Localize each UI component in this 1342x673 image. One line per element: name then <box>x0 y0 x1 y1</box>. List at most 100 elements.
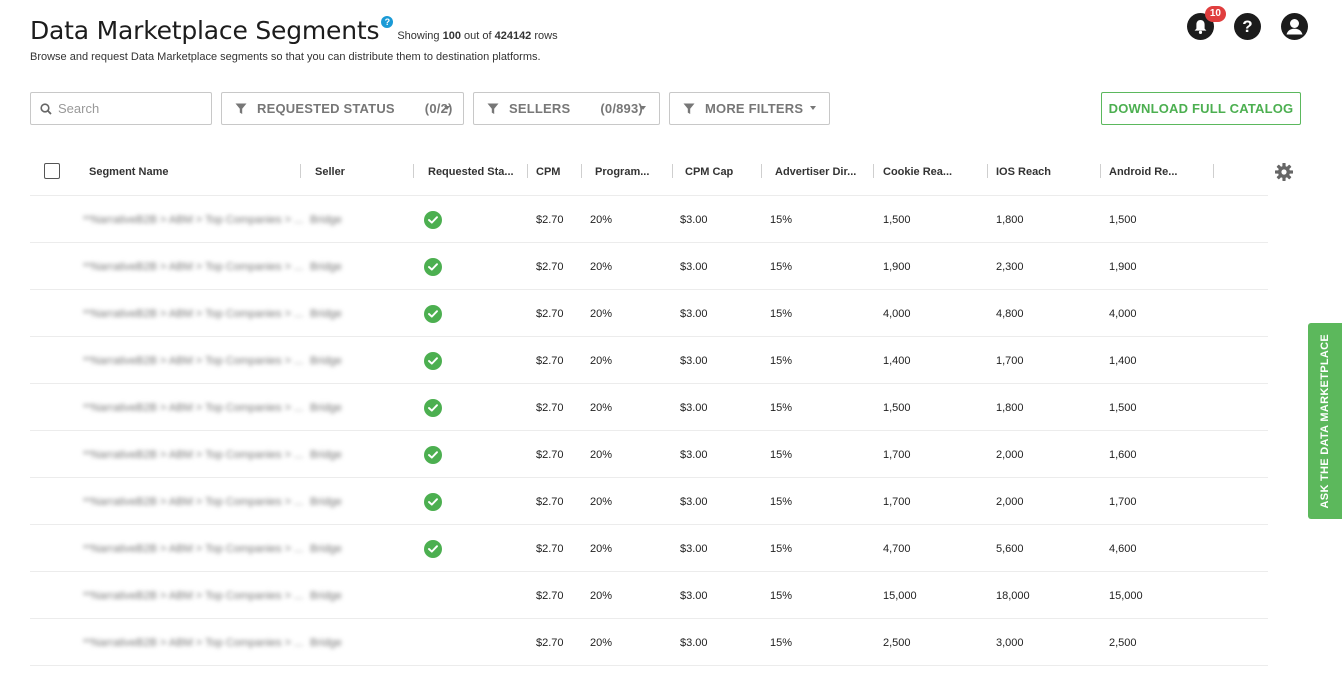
check-circle-icon <box>424 257 442 276</box>
check-circle-icon <box>424 304 442 323</box>
requested-status-filter[interactable]: REQUESTED STATUS (0/2) <box>221 92 464 125</box>
more-filters-button[interactable]: MORE FILTERS <box>669 92 830 125</box>
cell-text: 15,000 <box>1109 589 1143 602</box>
cell-text: 1,400 <box>1109 354 1137 367</box>
column-header-programmatic[interactable]: Program... <box>595 148 649 196</box>
table-row[interactable]: **NarrativeB2B > ABM > Top Companies > .… <box>30 384 1268 431</box>
cell-text[interactable]: **NarrativeB2B > ABM > Top Companies > .… <box>83 590 303 602</box>
cell-ios-reach: 1,700 <box>996 337 1024 384</box>
column-header-cpm-cap[interactable]: CPM Cap <box>685 148 733 196</box>
table-row[interactable]: **NarrativeB2B > ABM > Top Companies > .… <box>30 572 1268 619</box>
notifications-bell-icon[interactable]: 10 <box>1187 6 1226 40</box>
row-count-suffix: rows <box>534 30 558 42</box>
cell-cpm-cap: $3.00 <box>680 619 708 666</box>
cell-text: 1,600 <box>1109 448 1137 461</box>
column-divider[interactable] <box>413 164 414 178</box>
cell-cpm-cap: $3.00 <box>680 431 708 478</box>
select-all-checkbox[interactable] <box>44 163 60 179</box>
column-divider[interactable] <box>761 164 762 178</box>
check-circle-icon <box>424 351 442 370</box>
cell-segment-name: **NarrativeB2B > ABM > Top Companies > .… <box>83 478 303 525</box>
sellers-filter[interactable]: SELLERS (0/893) <box>473 92 660 125</box>
table-row[interactable]: **NarrativeB2B > ABM > Top Companies > .… <box>30 243 1268 290</box>
cell-text: 2,500 <box>883 636 911 649</box>
cell-android-reach: 1,900 <box>1109 243 1137 290</box>
cell-text: 20% <box>590 542 613 555</box>
cell-programmatic: 20% <box>590 572 612 619</box>
cell-text[interactable]: **NarrativeB2B > ABM > Top Companies > .… <box>83 543 303 555</box>
cell-cpm: $2.70 <box>536 478 564 525</box>
cell-requested-status <box>424 243 442 290</box>
cell-text: 18,000 <box>996 589 1030 602</box>
notification-count-badge: 10 <box>1204 6 1226 22</box>
column-header-requested-status[interactable]: Requested Sta... <box>428 148 514 196</box>
help-icon[interactable]: ? <box>1234 13 1261 40</box>
cell-text[interactable]: **NarrativeB2B > ABM > Top Companies > .… <box>83 355 303 367</box>
cell-text: 15,000 <box>883 589 917 602</box>
cell-cpm-cap: $3.00 <box>680 290 708 337</box>
cell-cpm-cap: $3.00 <box>680 478 708 525</box>
column-divider[interactable] <box>873 164 874 178</box>
search-icon <box>40 102 52 115</box>
column-header-seller[interactable]: Seller <box>315 148 345 196</box>
cell-text: $2.70 <box>536 260 564 273</box>
filter-bar: REQUESTED STATUS (0/2) SELLERS (0/893) M… <box>30 92 1301 125</box>
cell-cookie-reach: 1,500 <box>883 196 911 243</box>
column-header-cpm[interactable]: CPM <box>536 148 560 196</box>
cell-text: 1,700 <box>883 495 911 508</box>
cell-text[interactable]: **NarrativeB2B > ABM > Top Companies > .… <box>83 449 303 461</box>
search-box[interactable] <box>30 92 212 125</box>
cell-text: 1,800 <box>996 401 1024 414</box>
cell-text: $3.00 <box>680 213 708 226</box>
table-body: **NarrativeB2B > ABM > Top Companies > .… <box>30 196 1268 666</box>
table-row[interactable]: **NarrativeB2B > ABM > Top Companies > .… <box>30 478 1268 525</box>
cell-text: $2.70 <box>536 213 564 226</box>
cell-text: 3,000 <box>996 636 1024 649</box>
table-row[interactable]: **NarrativeB2B > ABM > Top Companies > .… <box>30 619 1268 666</box>
cell-text[interactable]: **NarrativeB2B > ABM > Top Companies > .… <box>83 496 303 508</box>
cell-text: 2,000 <box>996 495 1024 508</box>
cell-text: $3.00 <box>680 354 708 367</box>
column-header-android-reach[interactable]: Android Re... <box>1109 148 1177 196</box>
table-row[interactable]: **NarrativeB2B > ABM > Top Companies > .… <box>30 337 1268 384</box>
column-header-segment-name[interactable]: Segment Name <box>89 148 168 196</box>
column-header-cookie-reach[interactable]: Cookie Rea... <box>883 148 952 196</box>
column-header-ios-reach[interactable]: IOS Reach <box>996 148 1051 196</box>
cell-requested-status <box>424 196 442 243</box>
cell-text: 4,700 <box>883 542 911 555</box>
download-full-catalog-button[interactable]: DOWNLOAD FULL CATALOG <box>1101 92 1301 125</box>
column-divider[interactable] <box>987 164 988 178</box>
column-divider[interactable] <box>1213 164 1214 178</box>
search-input[interactable] <box>58 101 198 116</box>
column-divider[interactable] <box>1100 164 1101 178</box>
cell-cpm-cap: $3.00 <box>680 525 708 572</box>
cell-text[interactable]: **NarrativeB2B > ABM > Top Companies > .… <box>83 637 303 649</box>
cell-text[interactable]: **NarrativeB2B > ABM > Top Companies > .… <box>83 261 303 273</box>
cell-segment-name: **NarrativeB2B > ABM > Top Companies > .… <box>83 384 303 431</box>
title-help-icon[interactable]: ? <box>381 16 394 28</box>
cell-segment-name: **NarrativeB2B > ABM > Top Companies > .… <box>83 525 303 572</box>
column-divider[interactable] <box>527 164 528 178</box>
table-row[interactable]: **NarrativeB2B > ABM > Top Companies > .… <box>30 525 1268 572</box>
cell-ios-reach: 2,000 <box>996 431 1024 478</box>
page-header: Data Marketplace Segments ? Showing 100 … <box>30 16 558 63</box>
table-row[interactable]: **NarrativeB2B > ABM > Top Companies > .… <box>30 196 1268 243</box>
column-header-advertiser-direct[interactable]: Advertiser Dir... <box>775 148 856 196</box>
column-divider[interactable] <box>581 164 582 178</box>
table-row[interactable]: **NarrativeB2B > ABM > Top Companies > .… <box>30 431 1268 478</box>
cell-android-reach: 4,000 <box>1109 290 1137 337</box>
cell-text: $2.70 <box>536 542 564 555</box>
cell-android-reach: 4,600 <box>1109 525 1137 572</box>
row-count-total: 424142 <box>494 30 532 42</box>
cell-text: Bridge <box>310 448 342 461</box>
cell-text[interactable]: **NarrativeB2B > ABM > Top Companies > .… <box>83 214 303 226</box>
column-divider[interactable] <box>672 164 673 178</box>
column-divider[interactable] <box>300 164 301 178</box>
user-avatar-icon[interactable] <box>1281 13 1308 40</box>
ask-data-marketplace-tab[interactable]: ASK THE DATA MARKETPLACE <box>1308 323 1342 519</box>
cell-text[interactable]: **NarrativeB2B > ABM > Top Companies > .… <box>83 308 303 320</box>
cell-text[interactable]: **NarrativeB2B > ABM > Top Companies > .… <box>83 402 303 414</box>
table-row[interactable]: **NarrativeB2B > ABM > Top Companies > .… <box>30 290 1268 337</box>
cell-text: 5,600 <box>996 542 1024 555</box>
gear-icon[interactable] <box>1274 162 1294 182</box>
